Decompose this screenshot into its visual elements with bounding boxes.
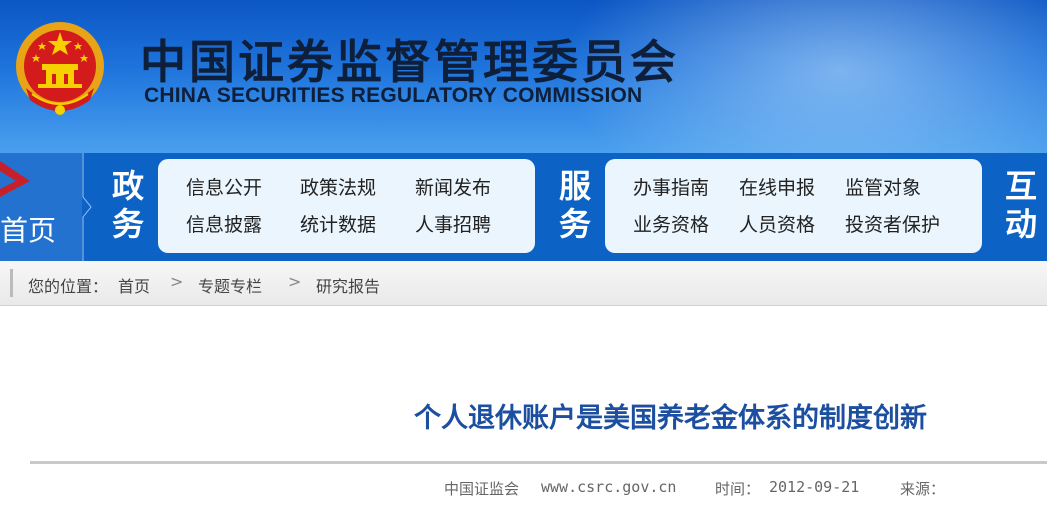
menu-item-regulated-entities[interactable]: 监管对象 — [845, 173, 921, 200]
site-title-english: CHINA SECURITIES REGULATORY COMMISSION — [144, 84, 643, 107]
menu-item-news-release[interactable]: 新闻发布 — [415, 173, 491, 200]
title-divider — [30, 461, 1047, 464]
breadcrumb: 您的位置： 首页 > 专题专栏 > 研究报告 — [0, 261, 1047, 306]
section-label-interact[interactable]: 互动 — [999, 167, 1043, 243]
national-emblem-icon — [16, 22, 104, 115]
breadcrumb-link-special-topics[interactable]: 专题专栏 — [198, 273, 262, 297]
section-label-gov: 政务 — [111, 167, 144, 243]
menu-item-business-qualification[interactable]: 业务资格 — [633, 210, 709, 237]
menu-item-statistics[interactable]: 统计数据 — [300, 210, 376, 237]
breadcrumb-edge — [10, 269, 13, 297]
article-title: 个人退休账户是美国养老金体系的制度创新 — [414, 403, 927, 434]
menu-item-info-public[interactable]: 信息公开 — [186, 173, 262, 200]
menu-item-personnel-qualification[interactable]: 人员资格 — [739, 210, 815, 237]
site-title-chinese: 中国证券监督管理委员会 — [140, 35, 679, 89]
gov-menu-panel: 信息公开 政策法规 新闻发布 信息披露 统计数据 人事招聘 — [158, 159, 535, 253]
breadcrumb-prefix: 您的位置： — [28, 277, 109, 296]
article-time-label: 时间： — [715, 480, 761, 498]
home-logo-icon — [0, 161, 30, 197]
menu-item-guide[interactable]: 办事指南 — [633, 173, 709, 200]
article-source-site: 中国证监会 — [444, 480, 520, 498]
article-date: 2012-09-21 — [769, 478, 860, 496]
menu-item-policy-regulations[interactable]: 政策法规 — [300, 173, 376, 200]
section-label-service: 服务 — [558, 167, 591, 243]
menu-item-online-filing[interactable]: 在线申报 — [739, 173, 815, 200]
breadcrumb-link-home[interactable]: 首页 — [118, 273, 150, 297]
nav-divider-arrow-icon — [82, 153, 92, 261]
header-banner: 中国证券监督管理委员会 CHINA SECURITIES REGULATORY … — [0, 0, 1047, 153]
nav-home[interactable]: 首页 — [0, 153, 82, 261]
breadcrumb-separator: > — [170, 272, 184, 291]
menu-item-info-disclosure[interactable]: 信息披露 — [186, 210, 262, 237]
menu-item-recruitment[interactable]: 人事招聘 — [415, 210, 491, 237]
service-menu-panel: 办事指南 在线申报 监管对象 业务资格 人员资格 投资者保护 — [605, 159, 982, 253]
breadcrumb-link-research-reports[interactable]: 研究报告 — [316, 273, 380, 297]
menu-item-investor-protection[interactable]: 投资者保护 — [845, 210, 940, 237]
article-url: www.csrc.gov.cn — [541, 478, 677, 496]
main-nav: 首页 政务 信息公开 政策法规 新闻发布 信息披露 统计数据 人事招聘 服务 办… — [0, 153, 1047, 261]
breadcrumb-separator: > — [288, 272, 302, 291]
article-source-label: 来源： — [900, 480, 946, 498]
nav-home-label: 首页 — [0, 214, 57, 247]
